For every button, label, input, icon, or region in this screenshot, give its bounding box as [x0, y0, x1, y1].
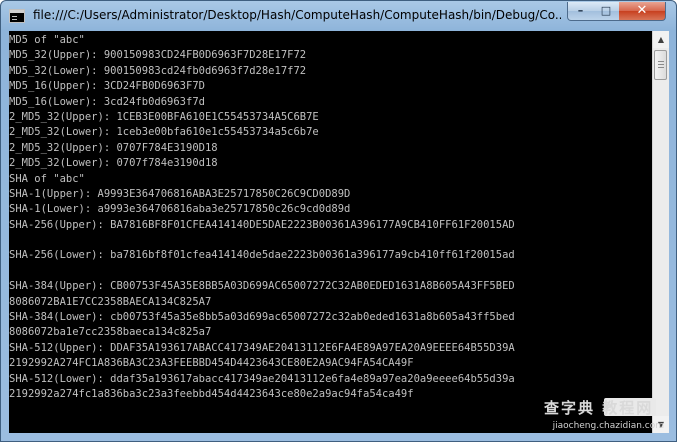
console-line: MD5 of "abc" — [9, 34, 85, 46]
window-title: file:///C:/Users/Administrator/Desktop/H… — [33, 8, 561, 22]
console-line: 2_MD5_32(Lower): 1ceb3e00bfa610e1c554537… — [9, 126, 319, 139]
minimize-button[interactable]: – — [567, 2, 594, 21]
console-line: SHA-1(Upper): A9993E364706816ABA3E257178… — [9, 187, 351, 200]
console-line: MD5_16(Lower): 3cd24fb0d6963f7d — [9, 95, 205, 108]
console-line: SHA-384(Lower): cb00753f45a35e8bb5a03d69… — [9, 311, 515, 324]
watermark-url: jiaocheng.chazidian.com — [552, 421, 664, 431]
console-lines: MD5 of "abc" MD5_32(Upper): 900150983CD24… — [9, 33, 515, 402]
console-line: SHA-512(Upper): DDAF35A193617ABACC417349… — [9, 341, 515, 354]
console-line: SHA-256(Lower): ba7816bf8f01cfea414140de… — [9, 249, 515, 262]
console-line: SHA-384(Upper): CB00753F45A35E8BB5A03D69… — [9, 280, 515, 293]
console-line: 2192992A274FC1A836BA3C23A3FEEBBD454D4423… — [9, 357, 414, 370]
console-line: 2192992a274fc1a836ba3c23a3feebbd454d4423… — [9, 387, 414, 400]
console-window: file:///C:/Users/Administrator/Desktop/H… — [0, 0, 677, 442]
maximize-button[interactable]: □ — [593, 2, 620, 21]
console-line: MD5_16(Upper): 3CD24FB0D6963F7D — [9, 80, 205, 93]
watermark-text: 查字典 教程网 — [544, 399, 654, 417]
console-line: 8086072BA1E7CC2358BAECA134C825A7 — [9, 295, 212, 308]
console-line: SHA-512(Lower): ddaf35a193617abacc417349… — [9, 372, 515, 385]
scroll-up-arrow-icon[interactable]: ▲ — [653, 31, 669, 48]
console-line: MD5_32(Upper): 900150983CD24FB0D6963F7D2… — [9, 49, 307, 62]
title-bar[interactable]: file:///C:/Users/Administrator/Desktop/H… — [1, 1, 676, 31]
console-line: SHA-1(Lower): a9993e364706816aba3e257178… — [9, 203, 351, 216]
console-line: SHA-256(Upper): BA7816BF8F01CFEA414140DE… — [9, 218, 515, 231]
console-line: 2_MD5_32(Lower): 0707f784e3190d18 — [9, 157, 218, 170]
console-output[interactable]: MD5 of "abc" MD5_32(Upper): 900150983CD24… — [9, 31, 652, 433]
console-line: SHA of "abc" — [9, 172, 85, 185]
console-line: MD5_32(Lower): 900150983cd24fb0d6963f7d2… — [9, 64, 307, 77]
scroll-thumb[interactable] — [654, 50, 667, 80]
console-line: 2_MD5_32(Upper): 0707F784E3190D18 — [9, 141, 218, 154]
vertical-scrollbar[interactable]: ▲ ▼ — [652, 31, 669, 433]
site-watermark: 查字典 教程网 jiaocheng.chazidian.com — [538, 397, 666, 431]
console-line: 8086072ba1e7cc2358baeca134c825a7 — [9, 326, 212, 339]
console-line: 2_MD5_32(Upper): 1CEB3E00BFA610E1C554537… — [9, 110, 319, 123]
console-app-icon[interactable] — [9, 9, 25, 23]
close-button[interactable]: ✕ — [619, 2, 666, 21]
